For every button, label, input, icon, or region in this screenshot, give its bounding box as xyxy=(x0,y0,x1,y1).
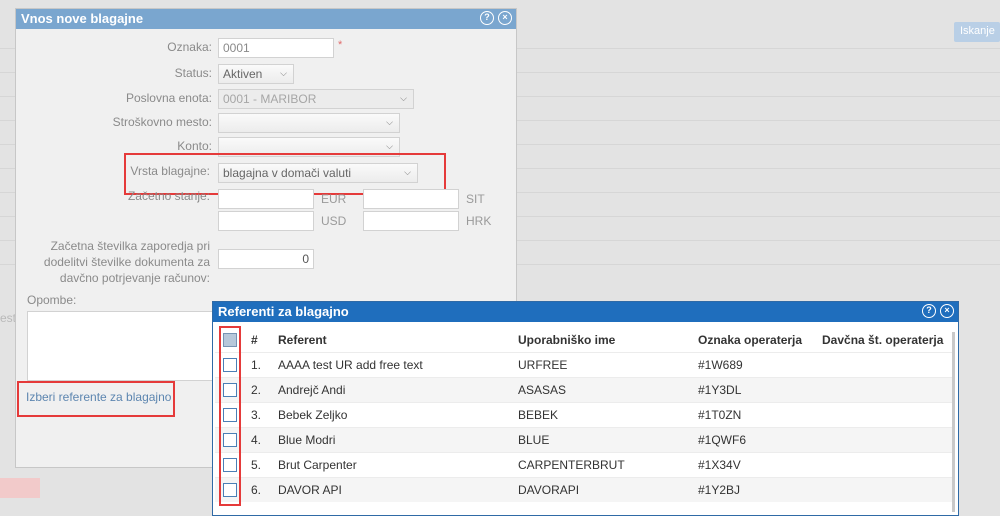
username: ASASAS xyxy=(518,376,698,402)
usd-label: USD xyxy=(321,214,347,228)
background-red-block xyxy=(0,478,40,498)
chevron-down-icon: ⌵ xyxy=(280,68,287,78)
poslovna-enota-value: 0001 - MARIBOR xyxy=(223,92,317,106)
operator-tax-number xyxy=(822,451,955,477)
help-icon[interactable]: ? xyxy=(922,304,936,318)
operator-code: #1Y2BJ xyxy=(698,476,822,502)
chevron-down-icon: ⌵ xyxy=(386,141,393,151)
poslovna-enota-label: Poslovna enota: xyxy=(125,91,212,105)
column-header: # xyxy=(251,332,258,347)
eur-label: EUR xyxy=(321,192,347,206)
operator-code: #1W689 xyxy=(698,351,822,377)
background-text: est xyxy=(0,311,17,325)
label-line: Začetna številka zaporedja pri xyxy=(50,239,210,253)
usd-input[interactable] xyxy=(218,211,314,231)
chevron-down-icon: ⌵ xyxy=(386,117,393,127)
stroskovno-mesto-select[interactable]: ⌵ xyxy=(218,113,400,133)
column-header[interactable]: Oznaka operaterja xyxy=(698,328,822,352)
dialog-titlebar: Vnos nove blagajne ? × xyxy=(16,9,516,29)
row-number: 2. xyxy=(251,376,278,402)
referent-name: AAAA test UR add free text xyxy=(278,351,518,377)
column-header[interactable]: Referent xyxy=(278,328,518,352)
dialog-titlebar: Referenti za blagajno ? × xyxy=(213,302,958,322)
row-number: 4. xyxy=(251,426,278,452)
table-row[interactable]: 1. AAAA test UR add free text URFREE #1W… xyxy=(215,351,955,377)
username: BLUE xyxy=(518,426,698,452)
zacetna-stevilka-label: Začetna številka zaporedja pri dodelitvi… xyxy=(26,238,210,286)
operator-tax-number xyxy=(822,426,955,452)
operator-code: #1T0ZN xyxy=(698,401,822,427)
oznaka-input[interactable]: 0001 xyxy=(218,38,334,58)
eur-input[interactable] xyxy=(218,189,314,209)
operator-code: #1X34V xyxy=(698,451,822,477)
oznaka-label: Oznaka: xyxy=(167,40,212,54)
poslovna-enota-select[interactable]: 0001 - MARIBOR ⌵ xyxy=(218,89,414,109)
status-label: Status: xyxy=(174,66,212,80)
referents-dialog: Referenti za blagajno ? × # Referent Upo… xyxy=(212,301,959,516)
row-number: 6. xyxy=(251,476,278,502)
operator-code: #1Y3DL xyxy=(698,376,822,402)
username: BEBEK xyxy=(518,401,698,427)
row-number: 3. xyxy=(251,401,278,427)
close-icon[interactable]: × xyxy=(940,304,954,318)
konto-label: Konto: xyxy=(177,139,212,153)
table-row[interactable]: 2. Andrejč Andi ASASAS #1Y3DL xyxy=(215,376,955,402)
sit-input[interactable] xyxy=(363,189,459,209)
operator-tax-number xyxy=(822,351,955,377)
operator-code: #1QWF6 xyxy=(698,426,822,452)
label-line: davčno potrjevanje računov: xyxy=(59,271,210,285)
operator-tax-number xyxy=(822,376,955,402)
label-line: dodelitvi številke dokumenta za xyxy=(43,255,210,269)
table-row[interactable]: 3. Bebek Zeljko BEBEK #1T0ZN xyxy=(215,401,955,427)
highlight-checkboxes xyxy=(219,326,241,506)
column-header[interactable]: Davčna št. operaterja xyxy=(822,328,955,352)
close-icon[interactable]: × xyxy=(498,11,512,25)
operator-tax-number xyxy=(822,476,955,502)
opombe-label: Opombe: xyxy=(27,293,77,307)
hrk-input[interactable] xyxy=(363,211,459,231)
stroskovno-mesto-label: Stroškovno mesto: xyxy=(112,115,212,129)
search-button[interactable]: Iskanje xyxy=(954,22,1000,42)
dialog-title: Vnos nove blagajne xyxy=(21,11,144,26)
row-number: 1. xyxy=(251,351,278,377)
referent-name: Bebek Zeljko xyxy=(278,401,518,427)
chevron-down-icon: ⌵ xyxy=(400,93,407,103)
table-row[interactable]: 4. Blue Modri BLUE #1QWF6 xyxy=(215,426,955,452)
zacetno-stanje-label: Začetno stanje: xyxy=(127,189,210,203)
status-select[interactable]: Aktiven ⌵ xyxy=(218,64,294,84)
required-mark: * xyxy=(338,39,343,51)
column-header[interactable]: Uporabniško ime xyxy=(518,328,698,352)
table-row[interactable]: 5. Brut Carpenter CARPENTERBRUT #1X34V xyxy=(215,451,955,477)
table-row[interactable]: 6. DAVOR API DAVORAPI #1Y2BJ xyxy=(215,476,955,502)
table-header-row: # Referent Uporabniško ime Oznaka operat… xyxy=(215,328,955,352)
sit-label: SIT xyxy=(466,192,485,206)
referent-name: Andrejč Andi xyxy=(278,376,518,402)
referent-name: DAVOR API xyxy=(278,476,518,502)
referent-name: Blue Modri xyxy=(278,426,518,452)
referent-name: Brut Carpenter xyxy=(278,451,518,477)
referents-table: # Referent Uporabniško ime Oznaka operat… xyxy=(215,328,955,502)
dialog-title: Referenti za blagajno xyxy=(218,304,349,319)
username: CARPENTERBRUT xyxy=(518,451,698,477)
row-number: 5. xyxy=(251,451,278,477)
username: DAVORAPI xyxy=(518,476,698,502)
help-icon[interactable]: ? xyxy=(480,11,494,25)
status-value: Aktiven xyxy=(223,67,263,81)
scrollbar[interactable] xyxy=(952,332,955,512)
highlight-select-referents xyxy=(17,381,175,417)
username: URFREE xyxy=(518,351,698,377)
operator-tax-number xyxy=(822,401,955,427)
hrk-label: HRK xyxy=(466,214,492,228)
zacetna-stevilka-input[interactable]: 0 xyxy=(218,249,314,269)
